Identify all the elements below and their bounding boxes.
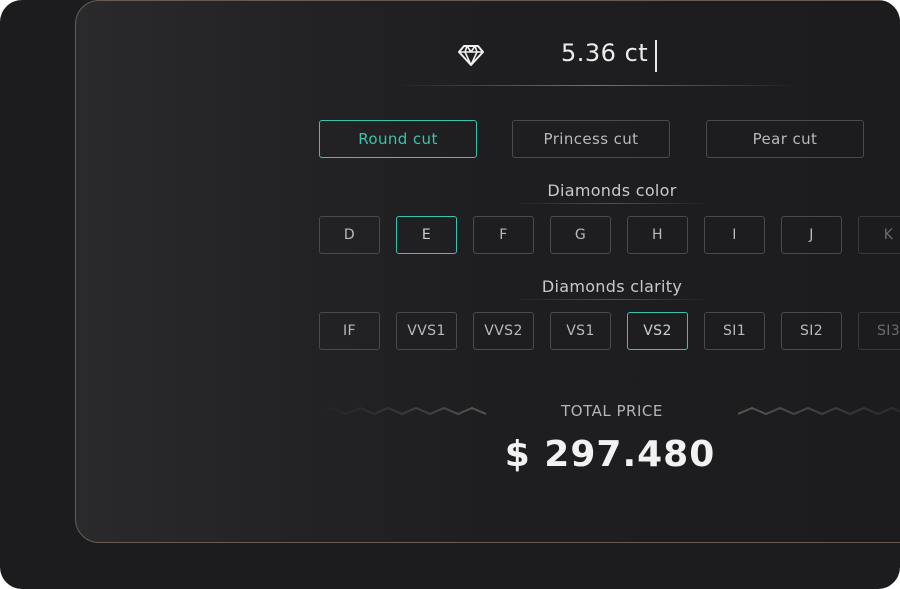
color-option-k[interactable]: K — [858, 216, 900, 254]
clarity-option-si3[interactable]: SI3 — [858, 312, 900, 350]
clarity-option-si1[interactable]: SI1 — [704, 312, 765, 350]
color-option-d[interactable]: D — [319, 216, 380, 254]
clarity-section-title: Diamonds clarity — [541, 277, 683, 296]
zigzag-divider-left — [318, 406, 487, 416]
diamond-icon — [458, 45, 484, 66]
color-title-underline — [512, 203, 712, 204]
princess-cut-button[interactable]: Princess cut — [512, 120, 670, 158]
color-option-f[interactable]: F — [473, 216, 534, 254]
color-option-g[interactable]: G — [550, 216, 611, 254]
zigzag-divider-right — [738, 406, 900, 416]
total-price-value: $ 297.480 — [504, 434, 716, 475]
round-cut-button[interactable]: Round cut — [319, 120, 477, 158]
color-section-title: Diamonds color — [547, 181, 677, 200]
carat-underline — [395, 85, 800, 86]
clarity-option-vvs2[interactable]: VVS2 — [473, 312, 534, 350]
clarity-option-if[interactable]: IF — [319, 312, 380, 350]
color-option-i[interactable]: I — [704, 216, 765, 254]
color-option-j[interactable]: J — [781, 216, 842, 254]
color-option-h[interactable]: H — [627, 216, 688, 254]
text-cursor — [655, 40, 657, 72]
clarity-option-vs1[interactable]: VS1 — [550, 312, 611, 350]
carat-input[interactable]: 5.36 ct — [561, 39, 648, 67]
total-price-label: TOTAL PRICE — [561, 402, 663, 420]
color-option-e[interactable]: E — [396, 216, 457, 254]
clarity-option-vvs1[interactable]: VVS1 — [396, 312, 457, 350]
calculator-frame: 5.36 ct Round cut Princess cut Pear cut … — [0, 0, 900, 589]
clarity-option-vs2[interactable]: VS2 — [627, 312, 688, 350]
clarity-option-si2[interactable]: SI2 — [781, 312, 842, 350]
clarity-title-underline — [512, 299, 712, 300]
pear-cut-button[interactable]: Pear cut — [706, 120, 864, 158]
